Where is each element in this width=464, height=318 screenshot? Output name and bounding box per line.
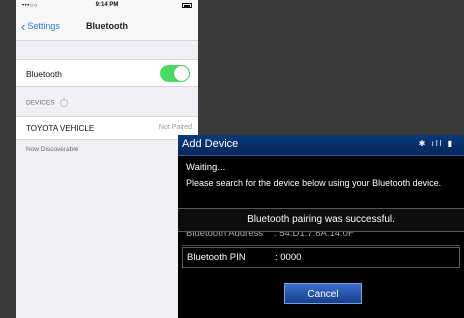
- car-display-dialog: Add Device ✱ ıll ▮ Waiting... Please sea…: [178, 135, 464, 318]
- bluetooth-signal-battery-icons: ✱ ıll ▮: [418, 139, 454, 148]
- status-time: 9:14 PM: [95, 2, 119, 8]
- page-title: Bluetooth: [86, 21, 128, 31]
- devices-section-header: DEVICES: [16, 87, 198, 110]
- toggle-knob: [174, 66, 189, 81]
- waiting-text: Waiting...: [186, 162, 226, 173]
- device-state: Not Paired: [158, 124, 192, 131]
- dialog-header: Add Device ✱ ıll ▮: [178, 135, 464, 156]
- spinner-icon: [59, 99, 68, 107]
- instruction-text: Please search for the device below using…: [186, 178, 442, 188]
- bluetooth-toggle-group: Bluetooth: [16, 59, 198, 87]
- device-name: TOYOTA VEHICLE: [26, 124, 95, 133]
- address-label: Bluetooth Address: [186, 231, 264, 239]
- address-value: : 54:D1:7:8A:14:0F: [274, 231, 354, 239]
- chevron-left-icon: ‹: [21, 18, 26, 34]
- bluetooth-pin-row: Bluetooth PIN : 0000: [182, 247, 460, 268]
- pairing-success-popup: Bluetooth pairing was successful.: [178, 208, 464, 232]
- iphone-settings-screen: •••○○ 9:14 PM ‹ Settings Bluetooth Bluet…: [16, 0, 198, 318]
- bluetooth-address-row: Bluetooth Address : 54:D1:7:8A:14:0F: [182, 231, 460, 246]
- back-button-label: Settings: [27, 21, 60, 31]
- device-row[interactable]: TOYOTA VEHICLE Not Paired: [16, 116, 198, 140]
- bluetooth-row: Bluetooth: [16, 60, 198, 86]
- status-bar: •••○○ 9:14 PM: [16, 0, 198, 12]
- navigation-bar: ‹ Settings Bluetooth: [16, 12, 198, 41]
- pin-label: Bluetooth PIN: [187, 252, 246, 263]
- battery-icon: [182, 3, 192, 8]
- pin-value: : 0000: [275, 252, 302, 263]
- back-button[interactable]: ‹ Settings: [21, 18, 60, 34]
- bluetooth-toggle[interactable]: [160, 65, 190, 82]
- discoverable-note: Now Discoverable: [26, 146, 79, 153]
- cancel-button[interactable]: Cancel: [284, 283, 362, 304]
- bluetooth-row-label: Bluetooth: [26, 69, 62, 79]
- dialog-title: Add Device: [182, 138, 239, 150]
- devices-header-label: DEVICES: [26, 99, 55, 107]
